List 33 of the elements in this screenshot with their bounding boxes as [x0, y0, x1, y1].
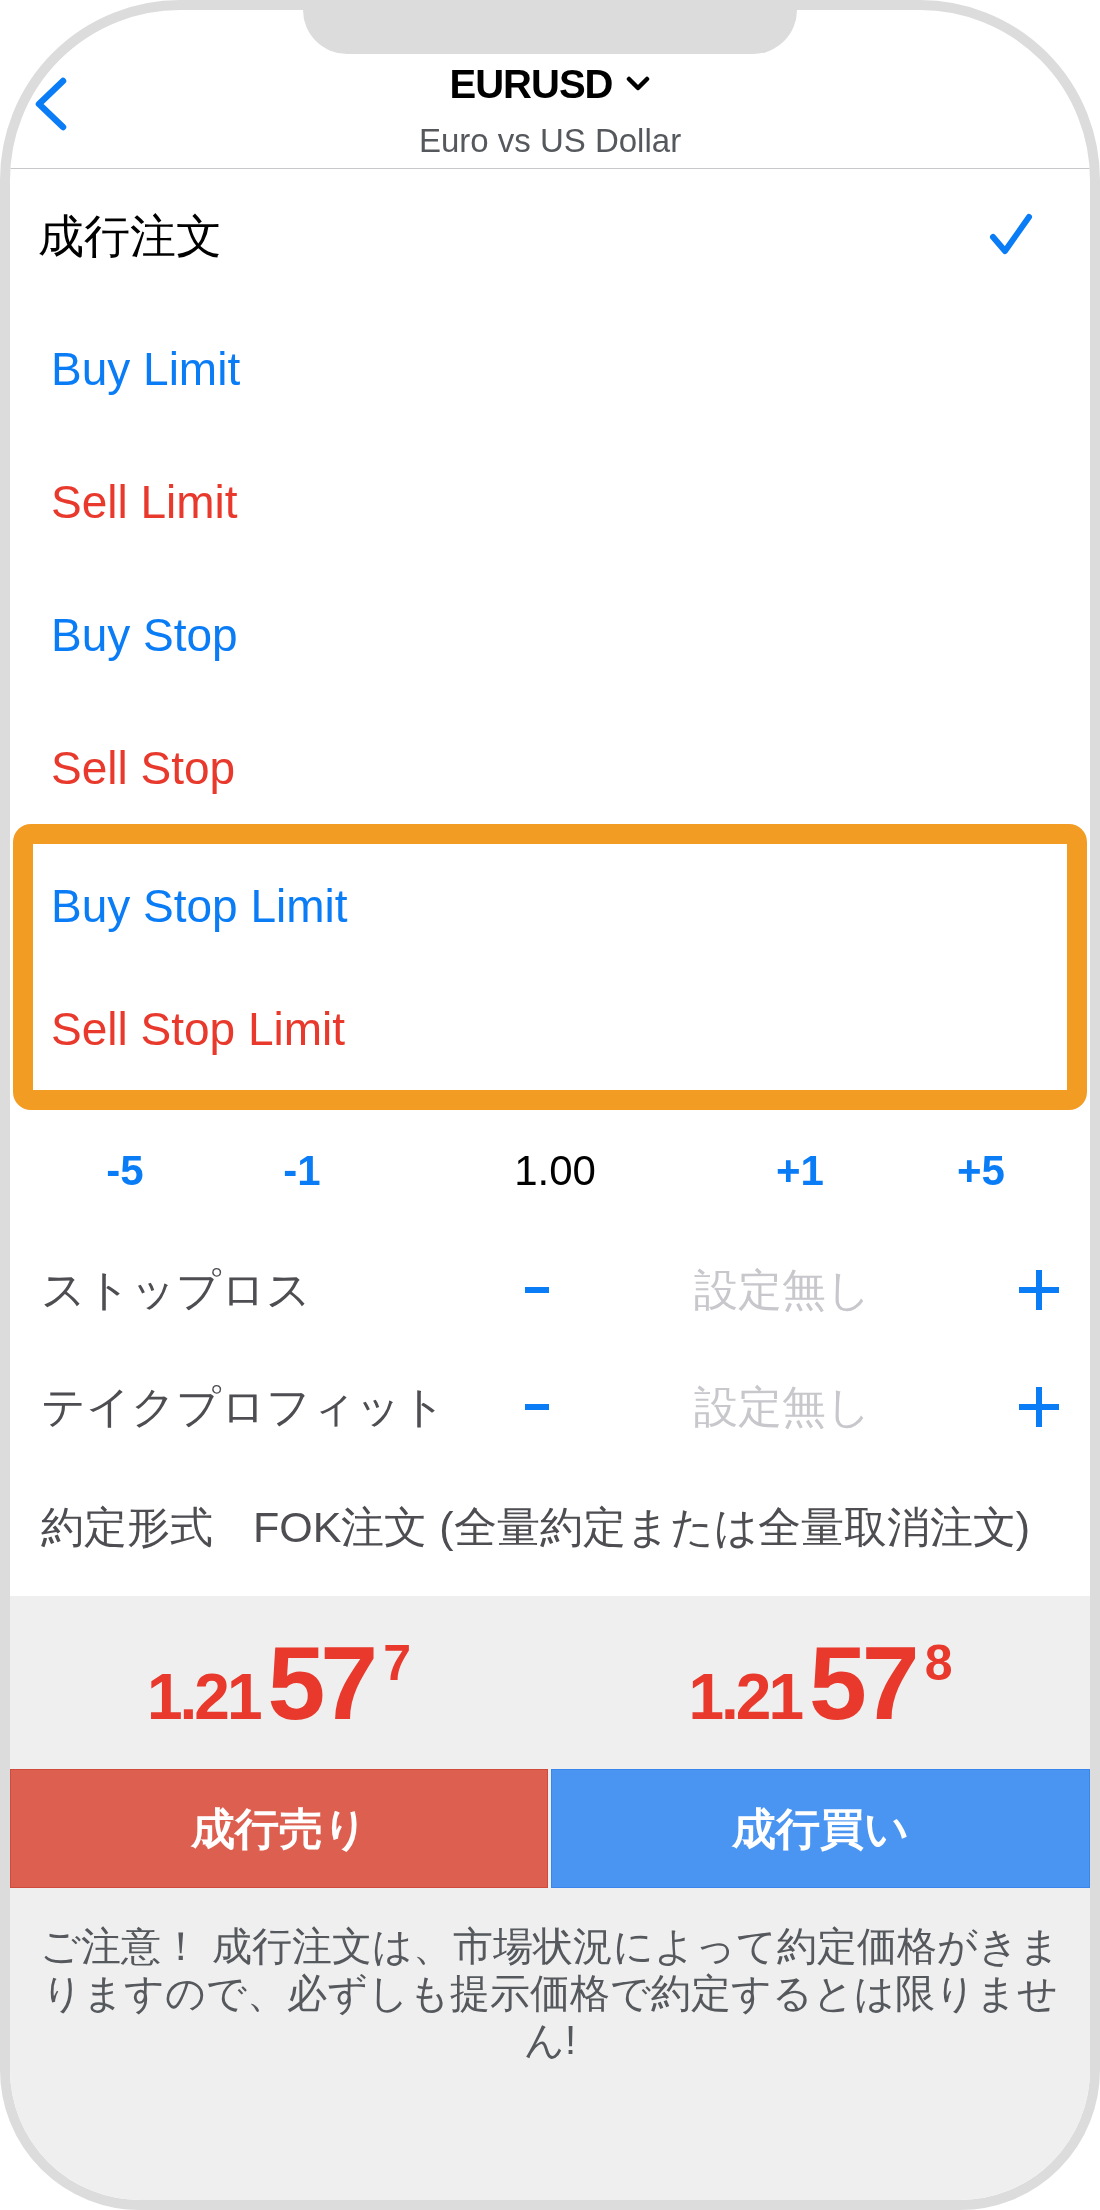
buy-button[interactable]: 成行買い	[551, 1769, 1090, 1888]
order-type-option[interactable]: Buy Stop Limit	[33, 844, 1067, 967]
checkmark-icon	[989, 213, 1033, 255]
fill-policy-value: FOK注文 (全量約定または全量取消注文)	[253, 1502, 1030, 1553]
minus-icon	[525, 1403, 549, 1410]
increase-button[interactable]	[1019, 1386, 1059, 1427]
notice-text: ご注意！ 成行注文は、市場状況によって約定価格がきまりますので、必ずしも提示価格で約定するとは限りません!	[38, 1923, 1062, 2064]
order-type-option[interactable]: Sell Stop Limit	[33, 967, 1067, 1090]
back-chevron-icon	[34, 77, 67, 131]
field-label: ストップロス	[41, 1263, 312, 1316]
order-type-option[interactable]: 成行注文	[10, 169, 1090, 302]
order-type-option[interactable]: Sell Limit	[10, 435, 1090, 568]
minus-icon	[525, 1286, 549, 1293]
symbol-description: Euro vs US Dollar	[418, 122, 682, 160]
price-field[interactable]: 設定無し	[582, 1263, 982, 1316]
order-type-option[interactable]: Sell Stop	[10, 701, 1090, 824]
order-type-option[interactable]: Buy Limit	[10, 302, 1090, 435]
order-type-option[interactable]: Buy Stop	[10, 568, 1090, 701]
price-field[interactable]: 設定無し	[582, 1380, 982, 1433]
volume-value: 1.00	[514, 1145, 596, 1196]
field-label: テイクプロフィット	[41, 1380, 447, 1433]
step-button[interactable]: -5	[100, 1145, 150, 1196]
sell-button[interactable]: 成行売り	[10, 1769, 548, 1888]
fill-policy-label: 約定形式	[41, 1502, 213, 1553]
step-button[interactable]: -1	[277, 1145, 327, 1196]
symbol-selector[interactable]: EURUSD	[449, 60, 651, 108]
increase-button[interactable]	[1019, 1269, 1059, 1310]
plus-icon	[1019, 1269, 1059, 1310]
plus-icon	[1019, 1386, 1059, 1427]
step-button[interactable]: +1	[770, 1145, 830, 1196]
back-button[interactable]	[34, 77, 67, 131]
step-button[interactable]: +5	[951, 1145, 1011, 1196]
chevron-down-icon	[626, 76, 651, 92]
